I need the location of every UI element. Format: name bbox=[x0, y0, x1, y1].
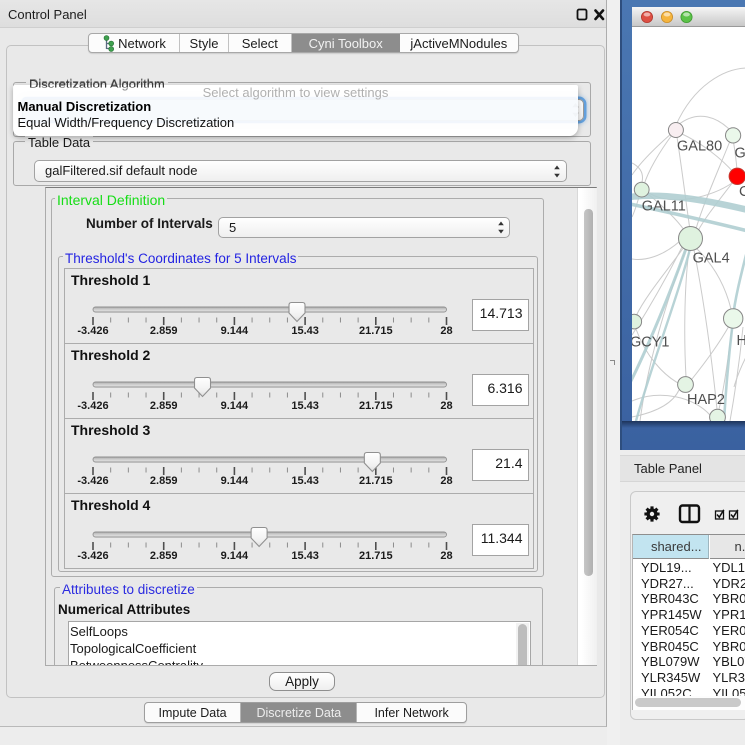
svg-text:21.715: 21.715 bbox=[358, 325, 392, 337]
svg-text:28: 28 bbox=[440, 400, 452, 412]
svg-text:2.859: 2.859 bbox=[149, 550, 177, 562]
svg-text:21.715: 21.715 bbox=[358, 475, 392, 487]
svg-text:9.144: 9.144 bbox=[220, 550, 248, 562]
svg-text:H: H bbox=[736, 333, 745, 349]
svg-text:-3.426: -3.426 bbox=[77, 400, 108, 412]
svg-text:GAL11: GAL11 bbox=[641, 199, 685, 215]
svg-text:-3.426: -3.426 bbox=[77, 550, 108, 562]
svg-text:2.859: 2.859 bbox=[149, 400, 177, 412]
svg-text:-3.426: -3.426 bbox=[77, 325, 108, 337]
svg-text:15.43: 15.43 bbox=[291, 475, 319, 487]
svg-text:21.715: 21.715 bbox=[358, 550, 392, 562]
svg-text:9.144: 9.144 bbox=[220, 325, 248, 337]
svg-text:2.859: 2.859 bbox=[149, 325, 177, 337]
svg-text:9.144: 9.144 bbox=[220, 475, 248, 487]
svg-text:15.43: 15.43 bbox=[291, 325, 319, 337]
svg-text:2.859: 2.859 bbox=[149, 475, 177, 487]
svg-text:HAP2: HAP2 bbox=[687, 392, 725, 408]
svg-text:28: 28 bbox=[440, 475, 452, 487]
svg-text:C: C bbox=[739, 184, 745, 200]
svg-text:28: 28 bbox=[440, 550, 452, 562]
svg-text:-3.426: -3.426 bbox=[77, 475, 108, 487]
svg-text:15.43: 15.43 bbox=[291, 400, 319, 412]
svg-text:GCY1: GCY1 bbox=[632, 335, 670, 351]
svg-text:9.144: 9.144 bbox=[220, 400, 248, 412]
svg-text:GAL4: GAL4 bbox=[692, 251, 729, 267]
svg-text:GAL80: GAL80 bbox=[677, 139, 722, 155]
svg-text:28: 28 bbox=[440, 325, 452, 337]
svg-text:21.715: 21.715 bbox=[358, 400, 392, 412]
svg-text:15.43: 15.43 bbox=[291, 550, 319, 562]
svg-text:G.: G. bbox=[734, 146, 745, 162]
